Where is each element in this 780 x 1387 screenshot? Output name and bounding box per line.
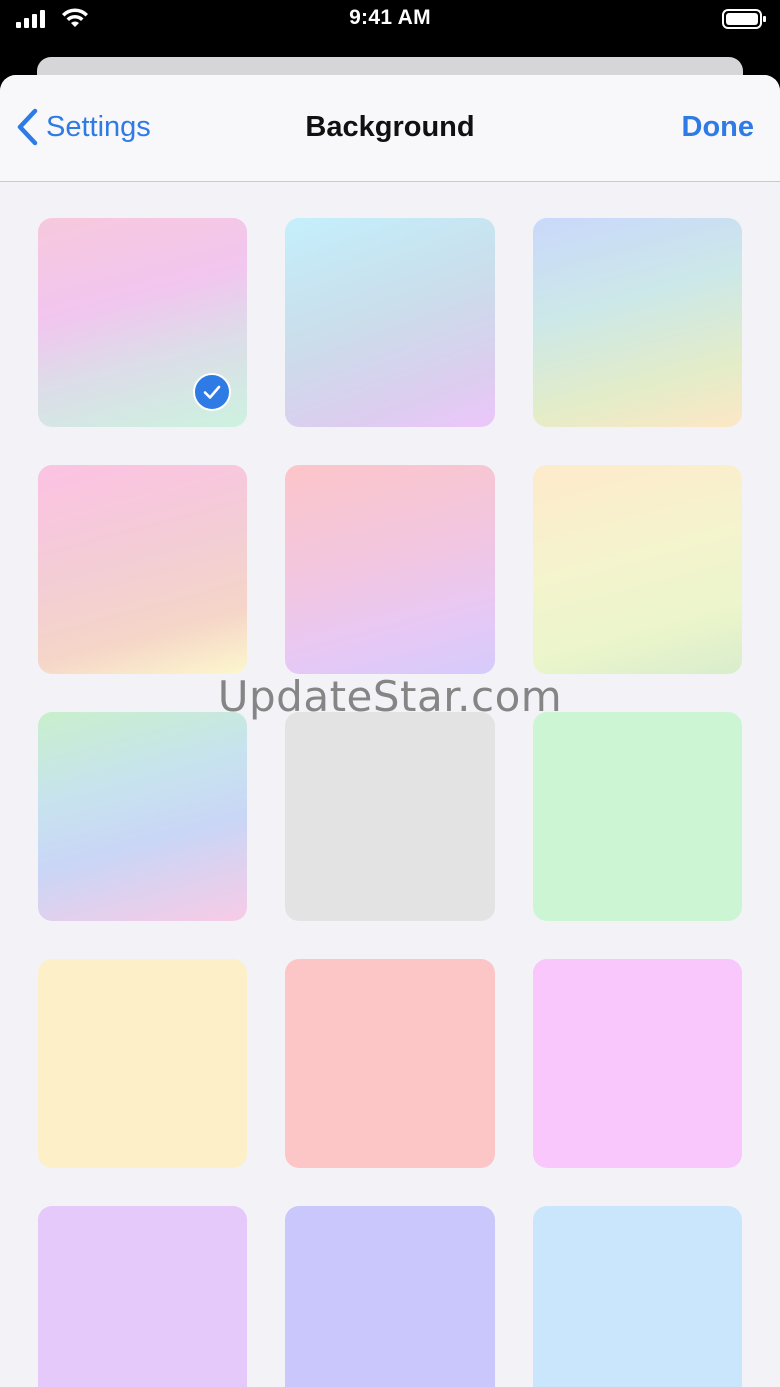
done-button[interactable]: Done — [682, 111, 755, 144]
watermark: UpdateStar.com — [217, 672, 563, 721]
background-swatch-gradient-cyan-lavender[interactable] — [285, 218, 495, 427]
page-title: Background — [305, 111, 475, 143]
background-swatch-solid-yellow[interactable] — [38, 959, 247, 1168]
background-swatch-gradient-blue-yellow[interactable] — [533, 218, 742, 427]
background-swatch-solid-gray[interactable] — [285, 712, 495, 921]
battery-icon — [722, 9, 766, 29]
background-swatch-solid-sky[interactable] — [533, 1206, 742, 1387]
background-swatch-solid-purple[interactable] — [38, 1206, 247, 1387]
background-swatch-gradient-pink-mint[interactable] — [38, 218, 247, 427]
background-swatch-gradient-pink-cream[interactable] — [38, 465, 247, 674]
status-bar: 9:41 AM — [0, 0, 780, 50]
background-swatch-solid-periwinkle[interactable] — [285, 1206, 495, 1387]
background-swatch-gradient-peach-violet[interactable] — [285, 465, 495, 674]
background-swatch-gradient-green-pink[interactable] — [38, 712, 247, 921]
background-swatch-solid-red[interactable] — [285, 959, 495, 1168]
background-sheet: Settings Background Done — [0, 75, 780, 1387]
background-grid — [38, 218, 743, 1387]
checkmark-icon — [193, 373, 231, 411]
background-swatch-solid-green[interactable] — [533, 712, 742, 921]
status-time: 9:41 AM — [349, 6, 431, 29]
background-swatch-solid-pink[interactable] — [533, 959, 742, 1168]
navigation-bar: Settings Background Done — [0, 75, 780, 182]
background-swatch-gradient-cream-green[interactable] — [533, 465, 742, 674]
